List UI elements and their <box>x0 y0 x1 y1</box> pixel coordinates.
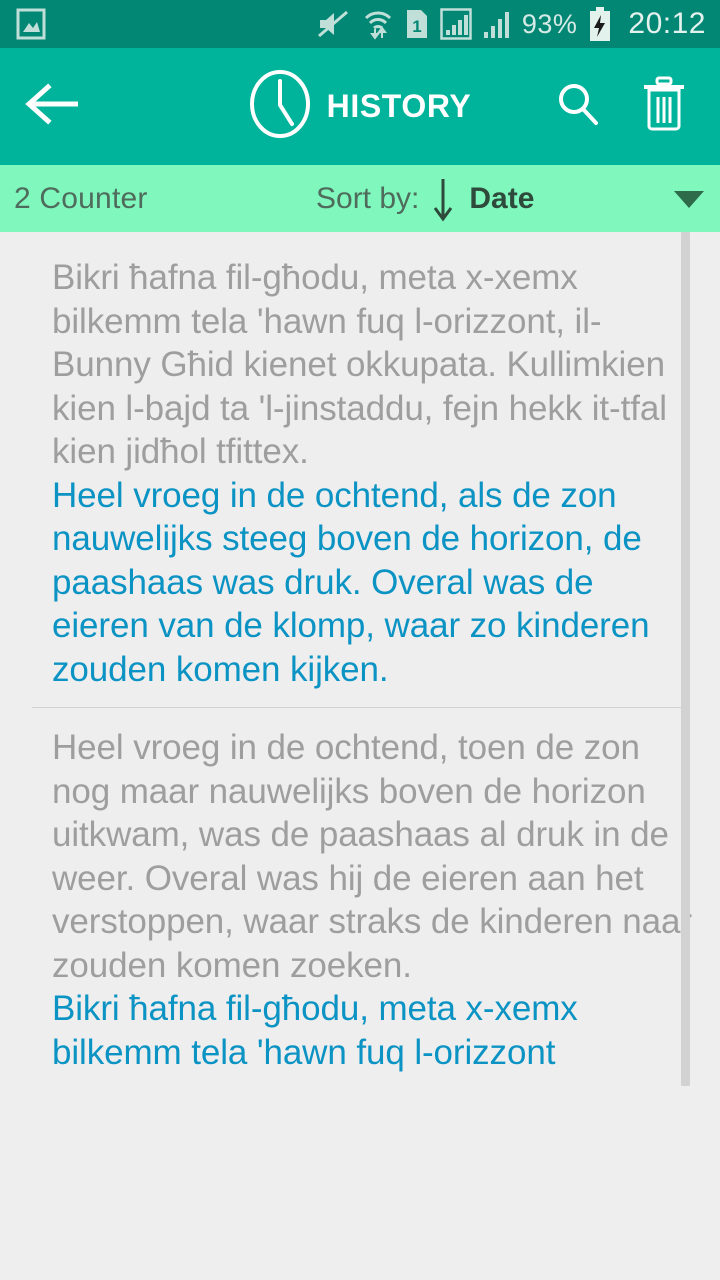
history-screen: 1 93% 20:12 HISTORY 2 Counter Sort by: D… <box>0 0 720 1280</box>
sort-value-label: Date <box>469 181 535 215</box>
arrow-down-icon[interactable] <box>431 175 455 223</box>
page-title: HISTORY <box>326 88 472 124</box>
status-bar-indicators: 1 93% 20:12 <box>317 7 706 41</box>
wifi-transfer-icon <box>362 8 394 40</box>
sim-1-icon: 1 <box>405 8 429 40</box>
caret-down-icon[interactable] <box>672 188 706 210</box>
sort-bar: 2 Counter Sort by: Date <box>0 165 720 232</box>
sort-selector[interactable]: Sort by: Date <box>316 175 534 223</box>
entry-source-text: Bikri ħafna fil-għodu, meta x-xemx bilke… <box>52 258 667 471</box>
svg-text:1: 1 <box>412 17 421 36</box>
signal-boxed-icon <box>440 8 472 40</box>
history-entry[interactable]: Bikri ħafna fil-għodu, meta x-xemx bilke… <box>0 232 720 691</box>
back-button[interactable] <box>22 76 84 138</box>
clock-icon <box>249 69 311 144</box>
trash-icon <box>640 76 688 137</box>
history-entry[interactable]: Heel vroeg in de ochtend, toen de zon no… <box>0 726 720 1074</box>
search-button[interactable] <box>550 79 606 135</box>
signal-bars-icon <box>483 8 511 40</box>
delete-history-button[interactable] <box>636 76 692 137</box>
scrollbar-thumb[interactable] <box>681 232 690 1086</box>
status-bar-notifications <box>16 8 46 40</box>
app-bar: HISTORY <box>0 48 720 165</box>
gallery-image-icon <box>16 8 46 40</box>
entry-translation-text: Bikri ħafna fil-għodu, meta x-xemx bilke… <box>52 989 578 1072</box>
scrollbar[interactable] <box>681 232 690 1280</box>
counter-label: 2 Counter <box>14 181 148 215</box>
battery-charging-icon <box>588 7 612 41</box>
back-arrow-icon <box>24 82 82 131</box>
battery-percent: 93% <box>521 8 578 39</box>
status-bar: 1 93% 20:12 <box>0 0 720 48</box>
mute-icon <box>317 9 351 39</box>
sort-by-label: Sort by: <box>316 181 420 215</box>
history-list[interactable]: Bikri ħafna fil-għodu, meta x-xemx bilke… <box>0 232 720 1280</box>
entry-source-text: Heel vroeg in de ochtend, toen de zon no… <box>52 728 692 985</box>
entry-translation-text: Heel vroeg in de ochtend, als de zon nau… <box>52 475 650 689</box>
app-bar-actions <box>550 76 720 137</box>
list-divider <box>32 707 690 708</box>
search-icon <box>554 80 602 133</box>
clock-text: 20:12 <box>628 7 706 40</box>
